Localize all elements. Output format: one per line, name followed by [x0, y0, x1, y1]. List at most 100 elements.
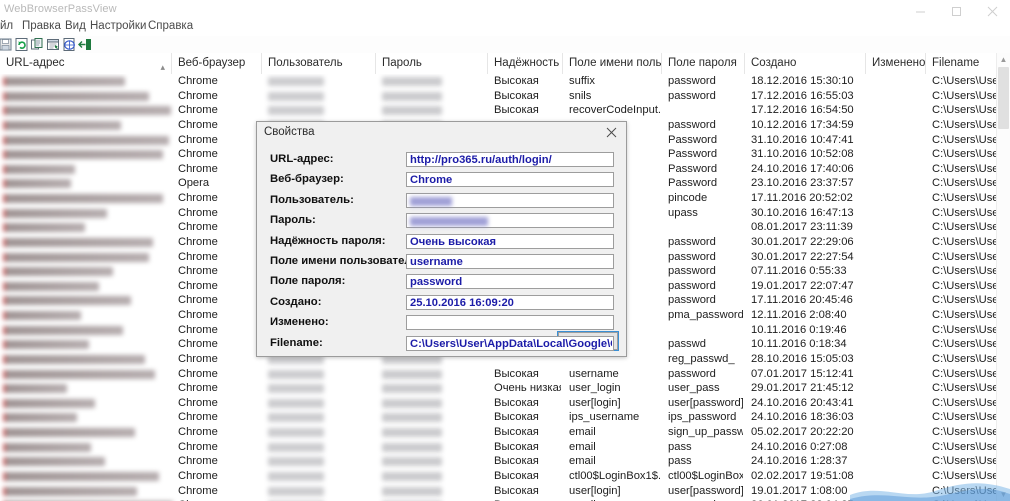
cell-browser: Chrome	[178, 293, 260, 308]
cell-filename: C:\Users\User\Ap	[932, 323, 1003, 338]
table-row[interactable]: ChromeВысокаяsnilspassword17.12.2016 16:…	[0, 89, 1010, 104]
dialog-field-label: Веб-браузер:	[270, 173, 344, 185]
properties-icon[interactable]	[46, 37, 61, 52]
close-icon[interactable]	[596, 122, 626, 142]
cell-browser: Chrome	[178, 337, 260, 352]
cell-password-field	[668, 323, 743, 338]
table-row[interactable]: ChromeВысокаяuser[login]user[password]24…	[0, 396, 1010, 411]
cell-modified	[872, 381, 924, 396]
cell-url-redacted	[3, 223, 85, 232]
cell-url-redacted	[3, 165, 75, 174]
cell-password-field: password	[668, 74, 743, 89]
vertical-scrollbar[interactable]: ▲ ▼	[996, 53, 1010, 501]
table-row[interactable]: ChromeВысокаяemailpass24.10.2016 0:27:08…	[0, 440, 1010, 455]
cell-url-redacted	[3, 121, 121, 130]
table-row[interactable]: ChromeВысокаяsuffixpassword18.12.2016 15…	[0, 74, 1010, 89]
column-header-created[interactable]: Создано	[745, 53, 866, 74]
menu-item-settings[interactable]: Настройки	[90, 20, 146, 32]
cell-browser: Chrome	[178, 279, 260, 294]
cell-strength: Высокая	[494, 425, 561, 440]
menu-item-view[interactable]: Вид	[65, 20, 86, 32]
menu-item-file[interactable]: йл	[0, 20, 13, 32]
table-row[interactable]: ChromeВысокаяips_usernameips_password24.…	[0, 410, 1010, 425]
copy-icon[interactable]	[30, 37, 45, 52]
dialog-field-input[interactable]	[406, 193, 614, 208]
table-row[interactable]: ChromeВысокаяctl00$LoginBox1$...ctl00$Lo…	[0, 469, 1010, 484]
cell-modified	[872, 425, 924, 440]
dialog-field-input[interactable]	[406, 213, 614, 228]
column-header-filename[interactable]: Filename	[926, 53, 997, 74]
exit-icon[interactable]	[78, 37, 93, 52]
column-header-username[interactable]: Пользователь	[262, 53, 376, 74]
dialog-field-input[interactable]: username	[406, 254, 614, 269]
dialog-field-input[interactable]: password	[406, 274, 614, 289]
cell-browser: Chrome	[178, 162, 260, 177]
scroll-down-icon[interactable]: ▼	[997, 488, 1010, 501]
save-icon[interactable]	[0, 37, 13, 52]
table-row[interactable]: ChromeВысокаяemailpass24.10.2016 1:28:37…	[0, 454, 1010, 469]
column-label: URL-адрес	[6, 57, 64, 69]
table-row[interactable]: ChromeВысокаяrecoverCodeInput...17.12.20…	[0, 103, 1010, 118]
cell-browser: Chrome	[178, 147, 260, 162]
menu-item-edit[interactable]: Правка	[22, 20, 61, 32]
scrollbar-thumb[interactable]	[998, 67, 1009, 129]
cell-password-redacted	[382, 428, 442, 437]
cell-created: 24.10.2016 17:40:06	[751, 162, 864, 177]
dialog-field-label: Пароль:	[270, 214, 316, 226]
cell-password-field: user[password]	[668, 396, 743, 411]
cell-url-redacted	[3, 457, 105, 466]
dialog-field-input[interactable]: 25.10.2016 16:09:20	[406, 295, 614, 310]
html-report-icon[interactable]	[62, 37, 77, 52]
cell-browser: Chrome	[178, 396, 260, 411]
table-row[interactable]: ChromeВысокаяusernamepassword07.01.2017 …	[0, 367, 1010, 382]
column-header-modified[interactable]: Изменено	[866, 53, 926, 74]
dialog-field-input[interactable]: Очень высокая	[406, 234, 614, 249]
cell-password-field: Password	[668, 133, 743, 148]
cell-filename: C:\Users\User\Ap	[932, 425, 1003, 440]
cell-password-redacted	[382, 106, 442, 115]
cell-password-redacted	[382, 487, 442, 496]
maximize-button[interactable]	[938, 0, 974, 22]
table-row[interactable]: ChromeОчень низкаяuser_loginuser_pass29.…	[0, 381, 1010, 396]
cell-url-redacted	[3, 267, 113, 276]
column-header-password[interactable]: Пароль	[376, 53, 488, 74]
cell-username-redacted	[268, 384, 324, 393]
column-header-strength[interactable]: Надёжность п...	[488, 53, 563, 74]
column-header-userfield[interactable]: Поле имени польз...	[563, 53, 662, 74]
scroll-up-icon[interactable]: ▲	[997, 53, 1010, 66]
cell-filename: C:\Users\User\Ap	[932, 220, 1003, 235]
cell-modified	[872, 176, 924, 191]
table-row[interactable]: ChromeВысокаяuser[login]user[password]19…	[0, 484, 1010, 499]
table-row[interactable]: ChromeВысокаяemailsign_up_password05.02.…	[0, 425, 1010, 440]
cell-browser: Chrome	[178, 381, 260, 396]
cell-browser: Opera	[178, 176, 260, 191]
column-header-browser[interactable]: Веб-браузер	[172, 53, 262, 74]
cell-strength: Высокая	[494, 367, 561, 382]
cell-browser: Chrome	[178, 118, 260, 133]
cell-created: 23.10.2016 23:37:57	[751, 176, 864, 191]
minimize-button[interactable]	[902, 0, 938, 22]
cell-url-redacted	[3, 282, 99, 291]
cell-url-redacted	[3, 487, 137, 496]
cell-strength: Высокая	[494, 469, 561, 484]
cell-password-redacted	[382, 77, 442, 86]
cell-password-redacted	[382, 370, 442, 379]
dialog-field-input[interactable]: C:\Users\User\AppData\Local\Google\Chro	[406, 336, 614, 351]
column-header-passfield[interactable]: Поле пароля	[662, 53, 745, 74]
cell-filename: C:\Users\User\Ap	[932, 469, 1003, 484]
cell-filename: C:\Users\User\Ap	[932, 206, 1003, 221]
dialog-field-input[interactable]	[406, 315, 614, 330]
close-button[interactable]	[974, 0, 1010, 22]
cell-username-field: snils	[569, 89, 660, 104]
dialog-field-input[interactable]: Chrome	[406, 172, 614, 187]
cell-url-redacted	[3, 238, 153, 247]
cell-modified	[872, 337, 924, 352]
properties-dialog[interactable]: Свойства OK URL-адрес:http://pro365.ru/a…	[256, 121, 627, 357]
cell-browser: Chrome	[178, 74, 260, 89]
cell-password-field: password	[668, 293, 743, 308]
cell-password-field: password	[668, 250, 743, 265]
menu-item-help[interactable]: Справка	[148, 20, 193, 32]
refresh-icon[interactable]	[14, 37, 29, 52]
dialog-field-input[interactable]: http://pro365.ru/auth/login/	[406, 152, 614, 167]
column-header-url[interactable]: URL-адрес▴	[0, 53, 172, 74]
